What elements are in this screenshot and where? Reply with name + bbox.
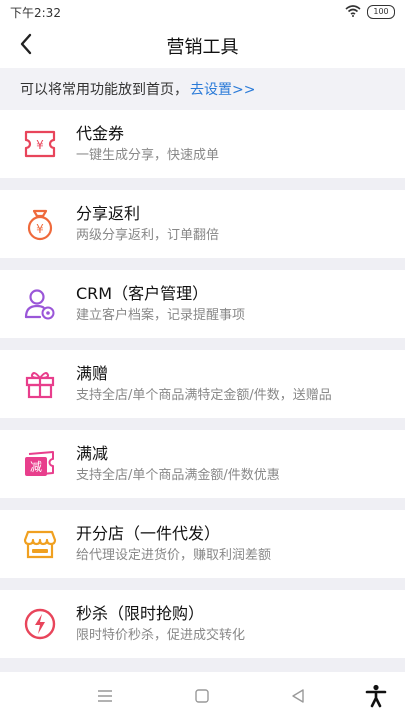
tool-crm[interactable]: CRM（客户管理） 建立客户档案，记录提醒事项 [0,270,405,338]
money-bag-icon: ¥ [22,206,58,242]
accessibility-icon[interactable] [364,684,388,708]
tip-text: 可以将常用功能放到首页， [20,82,188,98]
svg-text:¥: ¥ [36,138,44,152]
page-title: 营销工具 [166,37,239,58]
wifi-icon [345,4,361,20]
tool-title: 满赠 [76,364,109,383]
status-bar: 下午2:32 100 [0,0,405,24]
tool-full-discount[interactable]: 减 满减 支持全店/单个商品满金额/件数优惠 [0,430,405,498]
tool-title: 分享返利 [76,204,141,223]
tool-desc: 一键生成分享，快速成单 [76,148,220,163]
tool-desc: 给代理设定进货价，赚取利润差额 [76,548,272,563]
tool-title: 满减 [76,444,109,463]
tool-branch-store[interactable]: 开分店（一件代发） 给代理设定进货价，赚取利润差额 [0,510,405,578]
tool-title: 代金券 [76,124,125,143]
voucher-icon: ¥ [22,126,58,162]
tools-list: ¥ 代金券 一键生成分享，快速成单 ¥ 分享返利 两级分享返利，订单翻倍 CRM… [0,110,405,670]
header: 营销工具 [0,24,405,68]
tool-title: 开分店（一件代发） [76,524,221,543]
tool-desc: 两级分享返利，订单翻倍 [76,228,220,243]
back-triangle-icon[interactable] [286,684,310,708]
lightning-icon [22,606,58,642]
tool-title: CRM（客户管理） [76,284,209,303]
home-square-icon[interactable] [190,684,214,708]
discount-badge: 减 [30,460,42,474]
tool-share-rebate[interactable]: ¥ 分享返利 两级分享返利，订单翻倍 [0,190,405,258]
tip-bar: 可以将常用功能放到首页， 去设置>> [0,68,405,110]
battery-icon: 100 [367,5,395,19]
store-icon [22,526,58,562]
tool-title: 秒杀（限时抢购） [76,604,205,623]
tool-flash-sale[interactable]: 秒杀（限时抢购） 限时特价秒杀，促进成交转化 [0,590,405,658]
status-time: 下午2:32 [10,5,61,20]
status-icons: 100 [345,4,395,20]
tool-voucher[interactable]: ¥ 代金券 一键生成分享，快速成单 [0,110,405,178]
svg-text:¥: ¥ [36,222,44,236]
tool-full-gift[interactable]: 满赠 支持全店/单个商品满特定金额/件数，送赠品 [0,350,405,418]
settings-link[interactable]: 去设置>> [190,79,255,99]
gift-icon [22,366,58,402]
tool-desc: 支持全店/单个商品满特定金额/件数，送赠品 [76,388,332,403]
user-settings-icon [22,286,58,322]
chevron-left-icon [19,33,33,59]
menu-icon[interactable] [93,684,117,708]
system-nav-bar [0,672,405,720]
back-button[interactable] [12,32,40,60]
tool-desc: 建立客户档案，记录提醒事项 [76,308,246,323]
tool-desc: 限时特价秒杀，促进成交转化 [76,628,246,643]
tool-desc: 支持全店/单个商品满金额/件数优惠 [76,468,280,483]
discount-ticket-icon: 减 [22,446,58,482]
